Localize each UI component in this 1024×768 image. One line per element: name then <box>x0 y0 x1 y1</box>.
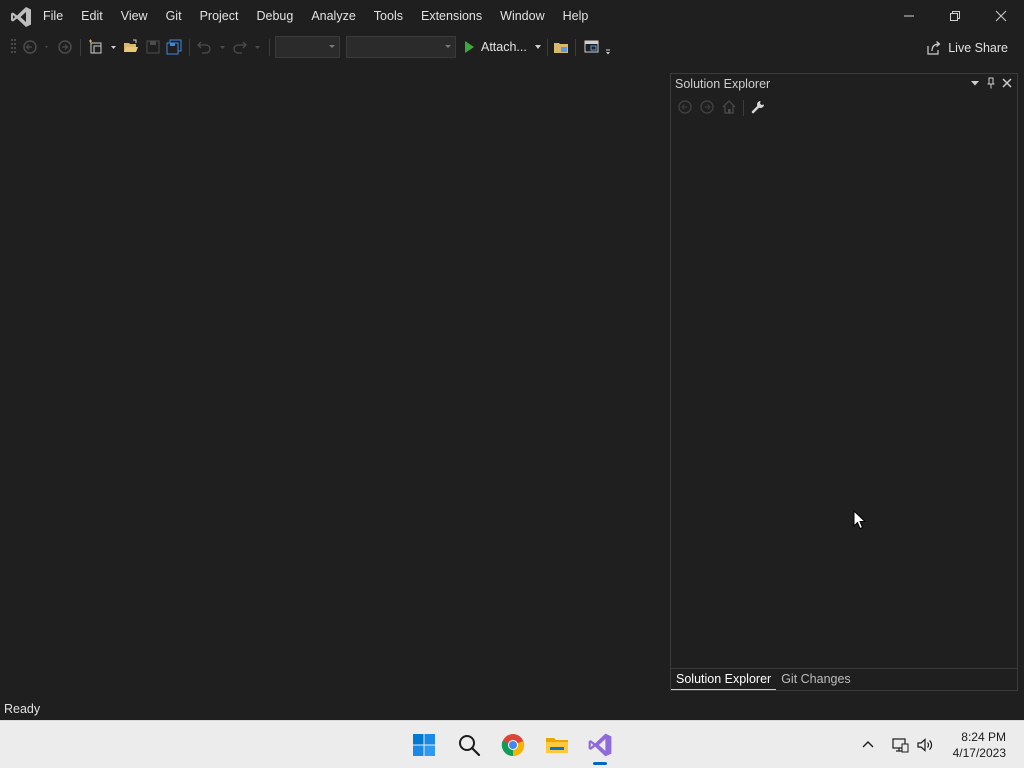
network-icon <box>892 738 909 753</box>
solution-explorer-panel: Solution Explorer Solution Explorer Git … <box>670 73 1018 691</box>
status-text: Ready <box>4 702 41 716</box>
windows-start-button[interactable] <box>408 729 440 761</box>
chevron-up-icon <box>862 741 874 748</box>
standard-toolbar: Attach... Live Share <box>0 32 1024 62</box>
wrench-icon[interactable] <box>750 99 766 118</box>
title-bar: File Edit View Git Project Debug Analyze… <box>0 0 1024 32</box>
menu-extensions[interactable]: Extensions <box>412 0 491 32</box>
toolbar-separator <box>575 39 576 56</box>
solution-configuration-dropdown[interactable] <box>275 36 340 58</box>
tab-solution-explorer[interactable]: Solution Explorer <box>671 669 777 690</box>
minimize-button[interactable] <box>886 0 932 32</box>
solution-explorer-title: Solution Explorer <box>675 77 771 91</box>
toolbar-separator <box>547 39 548 56</box>
play-icon <box>465 41 474 53</box>
chevron-down-icon <box>534 45 541 49</box>
volume-button[interactable] <box>915 735 935 755</box>
file-explorer-button[interactable] <box>552 37 570 57</box>
chrome-taskbar-button[interactable] <box>497 729 529 761</box>
visual-studio-taskbar-button[interactable] <box>584 729 616 761</box>
search-icon <box>459 735 481 757</box>
live-share-button[interactable]: Live Share <box>926 38 1008 58</box>
system-clock[interactable]: 8:24 PM 4/17/2023 <box>953 729 1006 761</box>
gripper-icon[interactable] <box>10 37 18 57</box>
windows-start-icon <box>413 734 435 756</box>
solution-platform-dropdown[interactable] <box>346 36 456 58</box>
status-bar: Ready <box>0 698 1024 720</box>
open-file-button[interactable] <box>122 37 140 57</box>
menu-edit[interactable]: Edit <box>72 0 112 32</box>
live-share-label: Live Share <box>948 41 1008 55</box>
redo-button[interactable] <box>231 37 265 57</box>
menu-file[interactable]: File <box>34 0 72 32</box>
visual-studio-logo-icon[interactable] <box>9 5 33 29</box>
save-icon <box>146 40 160 54</box>
file-explorer-taskbar-button[interactable] <box>541 729 573 761</box>
layout-icon <box>584 40 610 55</box>
open-file-icon <box>124 39 138 52</box>
dropdown-icon[interactable] <box>969 77 981 92</box>
redo-icon <box>233 41 260 54</box>
back-icon[interactable] <box>677 99 693 118</box>
file-explorer-icon <box>554 43 568 53</box>
restore-icon <box>950 11 960 21</box>
solution-explorer-tabs: Solution Explorer Git Changes <box>671 668 1017 690</box>
chevron-down-icon <box>329 45 335 48</box>
network-status-button[interactable] <box>890 735 910 755</box>
taskbar: 8:24 PM 4/17/2023 <box>0 720 1024 768</box>
save-button[interactable] <box>144 37 162 57</box>
solution-explorer-toolbar <box>677 98 766 118</box>
active-app-indicator <box>593 762 607 765</box>
close-icon <box>995 10 1007 22</box>
menu-bar: File Edit View Git Project Debug Analyze… <box>34 0 597 32</box>
attach-label: Attach... <box>481 40 527 54</box>
navigate-forward-button[interactable] <box>56 37 74 57</box>
navigate-back-button[interactable] <box>22 37 52 57</box>
toolbar-separator <box>743 100 744 116</box>
menu-analyze[interactable]: Analyze <box>302 0 364 32</box>
solution-explorer-header: Solution Explorer <box>671 74 1017 94</box>
window-controls <box>886 0 1024 32</box>
toolbar-separator <box>80 39 81 56</box>
show-hidden-icons-button[interactable] <box>858 735 878 755</box>
file-explorer-icon <box>546 738 568 753</box>
forward-icon <box>58 40 72 54</box>
menu-git[interactable]: Git <box>157 0 191 32</box>
visual-studio-icon <box>588 733 612 757</box>
menu-project[interactable]: Project <box>191 0 248 32</box>
layout-button[interactable] <box>582 37 614 57</box>
forward-icon[interactable] <box>699 99 715 118</box>
save-all-button[interactable] <box>165 37 183 57</box>
mouse-cursor-icon <box>853 509 867 533</box>
live-share-icon <box>927 41 941 55</box>
save-all-icon <box>166 39 182 55</box>
menu-view[interactable]: View <box>112 0 157 32</box>
chevron-down-icon <box>445 45 451 48</box>
chrome-icon <box>501 734 525 757</box>
editor-area[interactable] <box>0 62 664 698</box>
menu-help[interactable]: Help <box>554 0 598 32</box>
undo-button[interactable] <box>195 37 229 57</box>
new-project-button[interactable] <box>87 37 119 57</box>
clock-time: 8:24 PM <box>961 730 1006 744</box>
toolbar-separator <box>269 39 270 56</box>
home-icon[interactable] <box>721 99 737 118</box>
restore-button[interactable] <box>932 0 978 32</box>
new-project-icon <box>89 39 116 54</box>
attach-button[interactable]: Attach... <box>462 37 544 57</box>
menu-window[interactable]: Window <box>491 0 553 32</box>
undo-icon <box>197 41 225 54</box>
volume-icon <box>917 738 933 752</box>
tab-git-changes[interactable]: Git Changes <box>776 669 855 690</box>
close-window-button[interactable] <box>978 0 1024 32</box>
toolbar-separator <box>189 39 190 56</box>
menu-tools[interactable]: Tools <box>365 0 412 32</box>
search-button[interactable] <box>453 729 485 761</box>
back-icon <box>23 40 48 54</box>
clock-date: 4/17/2023 <box>952 746 1006 760</box>
menu-debug[interactable]: Debug <box>247 0 302 32</box>
pin-icon[interactable] <box>985 77 997 92</box>
minimize-icon <box>904 15 914 17</box>
close-icon[interactable] <box>1001 77 1013 92</box>
